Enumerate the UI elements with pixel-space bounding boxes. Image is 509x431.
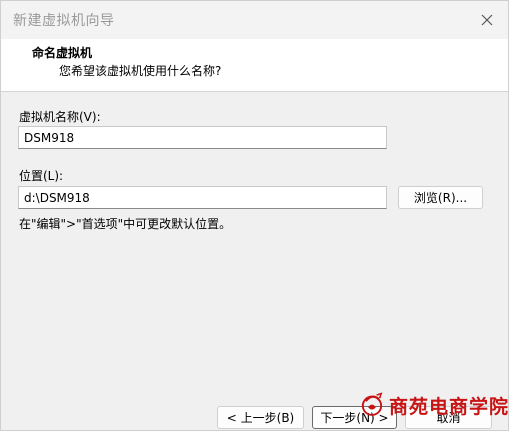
cancel-button[interactable]: 取消	[405, 406, 492, 429]
wizard-header: 命名虚拟机 您希望该虚拟机使用什么名称?	[1, 39, 508, 92]
vm-name-input[interactable]	[18, 126, 387, 149]
location-input[interactable]	[18, 186, 387, 209]
back-button[interactable]: < 上一步(B)	[217, 406, 304, 429]
close-button[interactable]	[474, 7, 500, 33]
window-title: 新建虚拟机向导	[13, 13, 115, 29]
page-subtitle: 您希望该虚拟机使用什么名称?	[59, 64, 222, 78]
page-title: 命名虚拟机	[32, 46, 93, 60]
title-bar[interactable]: 新建虚拟机向导	[1, 1, 508, 39]
close-icon	[481, 14, 493, 26]
location-hint: 在"编辑">"首选项"中可更改默认位置。	[19, 217, 232, 231]
browse-button[interactable]: 浏览(R)...	[398, 186, 483, 209]
next-button[interactable]: 下一步(N) >	[312, 406, 397, 429]
location-label: 位置(L):	[19, 169, 64, 183]
new-vm-wizard-window: 新建虚拟机向导 命名虚拟机 您希望该虚拟机使用什么名称? 虚拟机名称(V): 位…	[0, 0, 509, 431]
vm-name-label: 虚拟机名称(V):	[19, 110, 101, 124]
